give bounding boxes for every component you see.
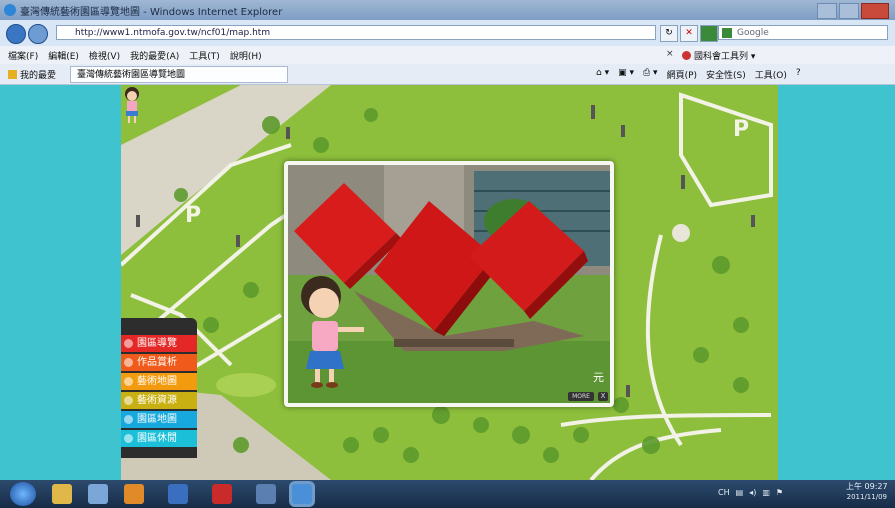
clock[interactable]: 上午 09:27 2011/11/09: [846, 482, 888, 502]
menu-items: 檔案(F) 編輯(E) 檢視(V) 我的最愛(A) 工具(T) 說明(H): [8, 49, 262, 62]
nav-item-resources[interactable]: 藝術資源: [121, 392, 197, 409]
window-controls: [817, 3, 889, 19]
resources-icon: [124, 396, 133, 405]
command-bar: ⌂ ▾ ▣ ▾ ⎙ ▾ 網頁(P) 安全性(S) 工具(O) ?: [596, 68, 801, 81]
ie-taskbar-icon[interactable]: [292, 484, 312, 504]
nav-item-label: 園區地圖: [137, 414, 177, 425]
menu-favorites[interactable]: 我的最愛(A): [130, 49, 179, 62]
home-icon[interactable]: ⌂ ▾: [596, 68, 609, 81]
artwork-popup: 元 MORE X: [284, 161, 614, 407]
print-icon[interactable]: ⎙ ▾: [643, 68, 658, 81]
cmd-page[interactable]: 網頁(P): [667, 68, 697, 81]
tour-icon: [124, 339, 133, 348]
maximize-button[interactable]: [839, 3, 859, 19]
star-icon: [8, 70, 17, 79]
refresh-button[interactable]: ↻: [660, 25, 678, 42]
address-bar: http://www1.ntmofa.gov.tw/ncf01/map.htm …: [0, 20, 895, 46]
taskbar: CH ▤ ◂) ▥ ⚑ 上午 09:27 2011/11/09: [0, 480, 895, 508]
campus-map[interactable]: P P 元 MORE X 園區導覽 作品賞析 藝術地圖 藝術資源 園區地圖 園區…: [121, 85, 778, 480]
clock-date: 2011/11/09: [846, 493, 887, 501]
toolbar-extension[interactable]: 國科會工具列 ▾: [682, 49, 755, 62]
search-placeholder: Google: [737, 28, 769, 38]
system-tray: CH ▤ ◂) ▥ ⚑: [718, 488, 783, 497]
nav-item-label: 園區導覽: [137, 338, 177, 349]
page-content: P P 元 MORE X 園區導覽 作品賞析 藝術地圖 藝術資源 園區地圖 園區…: [0, 85, 895, 480]
parking-sign-left: P: [185, 203, 202, 228]
nav-item-label: 藝術地圖: [137, 376, 177, 387]
keyboard-icon[interactable]: ▤: [736, 488, 744, 497]
parking-sign-right: P: [733, 117, 750, 142]
extension-icon: [682, 51, 691, 60]
minimize-button[interactable]: [817, 3, 837, 19]
volume-icon[interactable]: ◂): [749, 488, 756, 497]
search-input[interactable]: Google: [718, 25, 888, 40]
nav-item-label: 作品賞析: [137, 357, 177, 368]
help-icon[interactable]: ?: [796, 68, 801, 81]
menu-view[interactable]: 檢視(V): [89, 49, 120, 62]
flag-icon[interactable]: ⚑: [776, 488, 783, 497]
stop-button[interactable]: ✕: [680, 25, 698, 42]
menu-edit[interactable]: 編輯(E): [48, 49, 79, 62]
word-icon[interactable]: [168, 484, 188, 504]
url-input[interactable]: http://www1.ntmofa.gov.tw/ncf01/map.htm: [56, 25, 656, 40]
nav-menu: 園區導覽 作品賞析 藝術地圖 藝術資源 園區地圖 園區休閒: [121, 318, 197, 458]
nav-item-tour[interactable]: 園區導覽: [121, 335, 197, 352]
search-provider-icon[interactable]: [700, 25, 718, 42]
nav-item-campus-map[interactable]: 園區地圖: [121, 411, 197, 428]
guide-girl-icon[interactable]: [121, 85, 143, 125]
clock-time: 上午 09:27: [846, 482, 888, 491]
media-player-icon[interactable]: [124, 484, 144, 504]
ie-icon: [4, 4, 16, 16]
leisure-icon: [124, 434, 133, 443]
favorites-button[interactable]: 我的最愛: [8, 68, 56, 81]
works-icon: [124, 358, 133, 367]
menu-tools[interactable]: 工具(T): [189, 49, 220, 62]
cmd-tools[interactable]: 工具(O): [755, 68, 787, 81]
window-titlebar: 臺灣傳統藝術園區導覽地圖 - Windows Internet Explorer: [0, 0, 895, 20]
favorites-label: 我的最愛: [20, 71, 57, 81]
feeds-icon[interactable]: ▣ ▾: [618, 68, 634, 81]
window-title: 臺灣傳統藝術園區導覽地圖 - Windows Internet Explorer: [20, 7, 283, 18]
favorites-bar: 我的最愛 臺灣傳統藝術園區導覽地圖 ⌂ ▾ ▣ ▾ ⎙ ▾ 網頁(P) 安全性(…: [0, 64, 895, 85]
browser-tab[interactable]: 臺灣傳統藝術園區導覽地圖: [70, 66, 288, 83]
menu-file[interactable]: 檔案(F): [8, 49, 38, 62]
start-button[interactable]: [10, 482, 36, 506]
cmd-safety[interactable]: 安全性(S): [706, 68, 746, 81]
forward-button[interactable]: [28, 24, 48, 44]
popup-close-button[interactable]: X: [598, 392, 608, 401]
artwork-caption: 元: [593, 371, 604, 384]
menu-help[interactable]: 說明(H): [230, 49, 262, 62]
back-button[interactable]: [6, 24, 26, 44]
nav-item-art-map[interactable]: 藝術地圖: [121, 373, 197, 390]
pdf-icon[interactable]: [212, 484, 232, 504]
nav-item-works[interactable]: 作品賞析: [121, 354, 197, 371]
campus-icon: [124, 415, 133, 424]
nav-item-label: 藝術資源: [137, 395, 177, 406]
menu-bar: 檔案(F) 編輯(E) 檢視(V) 我的最愛(A) 工具(T) 說明(H) × …: [0, 46, 895, 64]
map-icon: [124, 377, 133, 386]
toolbar-close-icon[interactable]: ×: [666, 49, 674, 59]
google-icon: [722, 28, 732, 38]
toolbar-extension-label: 國科會工具列: [694, 52, 749, 62]
more-button[interactable]: MORE: [568, 392, 594, 401]
url-controls: ↻ ✕: [660, 25, 718, 42]
network-icon[interactable]: ▥: [762, 488, 770, 497]
app-icon[interactable]: [256, 484, 276, 504]
artwork-photo: [288, 165, 610, 403]
nav-item-leisure[interactable]: 園區休閒: [121, 430, 197, 447]
paint-icon[interactable]: [88, 484, 108, 504]
nav-item-label: 園區休閒: [137, 433, 177, 444]
close-window-button[interactable]: [861, 3, 889, 19]
explorer-icon[interactable]: [52, 484, 72, 504]
language-indicator[interactable]: CH: [718, 488, 730, 497]
